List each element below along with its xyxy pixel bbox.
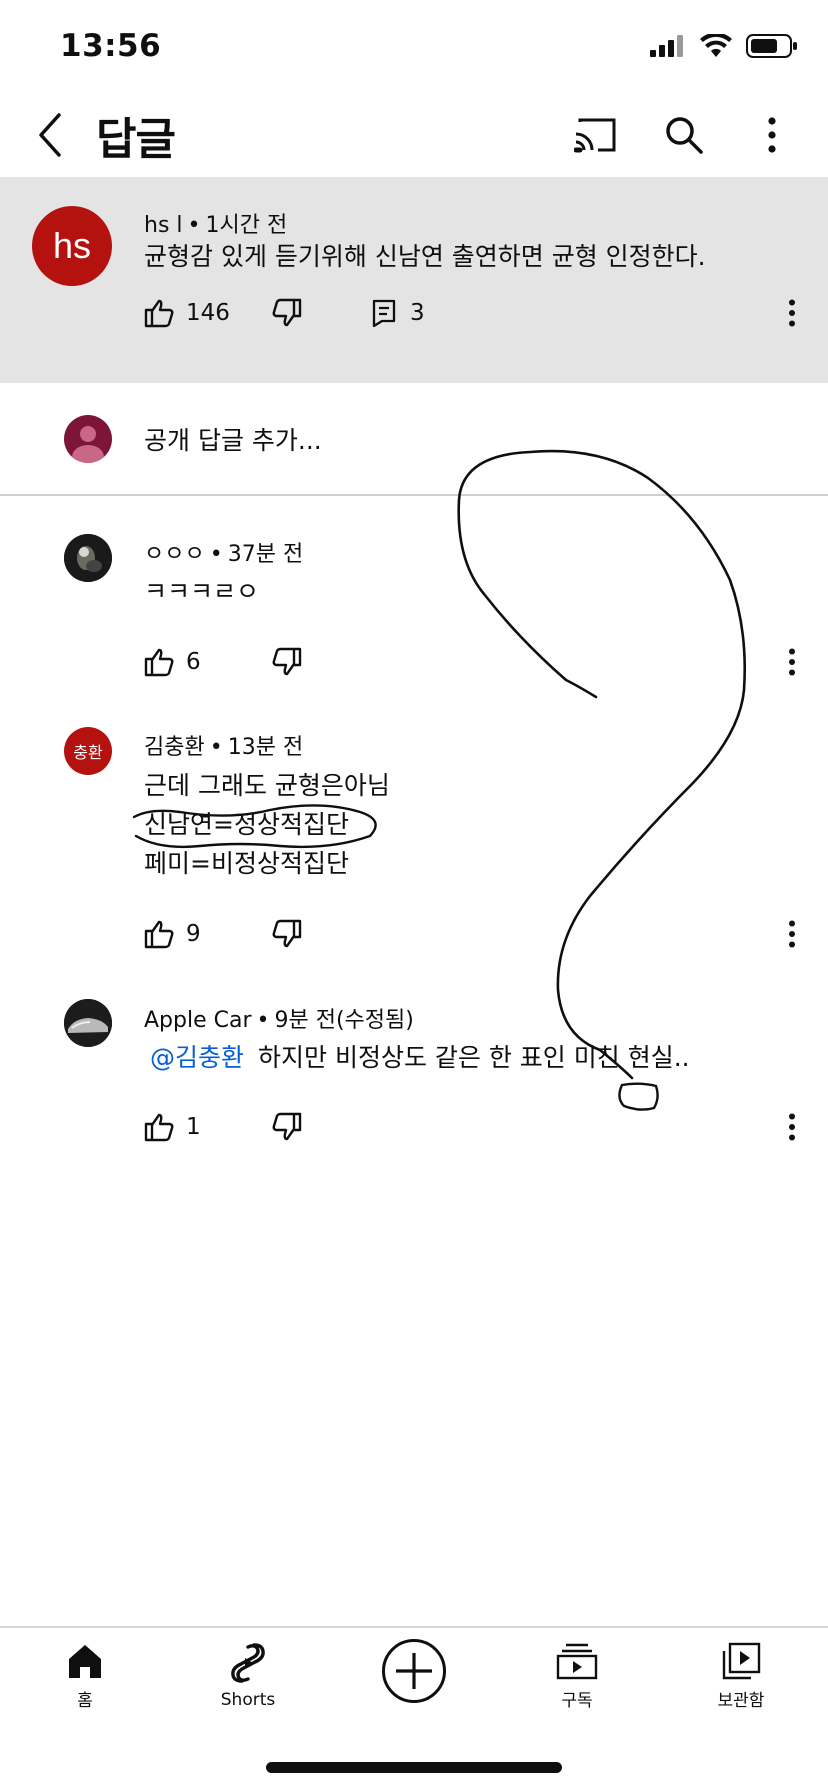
thumbs-up-icon xyxy=(144,299,174,328)
search-icon xyxy=(666,117,703,154)
reply-count: 3 xyxy=(410,300,425,326)
avatar[interactable] xyxy=(64,534,112,582)
status-time: 13:56 xyxy=(60,28,162,64)
comment-more-button[interactable] xyxy=(780,1109,804,1145)
comment-actions: 6 xyxy=(144,642,804,682)
thumbs-down-icon xyxy=(272,919,302,948)
comment-text: ㅋㅋㅋㄹㅇ xyxy=(144,577,260,606)
more-vertical-icon xyxy=(789,920,795,948)
avatar-initials: 충환 xyxy=(73,743,103,762)
cast-button[interactable] xyxy=(572,111,620,159)
user-avatar xyxy=(64,415,112,463)
comment-meta: Apple Car • 9분 전(수정됨) xyxy=(144,1008,414,1033)
comment-more-button[interactable] xyxy=(780,916,804,952)
comment-author[interactable]: hs l xyxy=(144,213,183,238)
thumbs-up-icon xyxy=(144,920,174,949)
reply-button[interactable]: 3 xyxy=(372,293,425,333)
back-arrow-icon xyxy=(39,113,61,157)
more-vertical-icon xyxy=(789,299,795,327)
avatar[interactable]: hs xyxy=(32,206,112,286)
more-vertical-icon xyxy=(789,1113,795,1141)
cast-icon xyxy=(574,118,616,153)
battery-icon xyxy=(746,34,797,58)
status-icons xyxy=(650,34,798,58)
comment-time: 13분 전 xyxy=(227,735,304,760)
dislike-button[interactable] xyxy=(272,642,302,682)
comment-time: 37분 전 xyxy=(227,542,304,567)
dislike-button[interactable] xyxy=(272,914,302,954)
comment-meta: ㅇㅇㅇ • 37분 전 xyxy=(144,542,304,567)
thumbs-up-icon xyxy=(144,648,174,677)
mention-link[interactable]: @김충환 xyxy=(150,1043,244,1072)
comment-time: 9분 전(수정됨) xyxy=(274,1008,414,1033)
dislike-button[interactable] xyxy=(272,293,302,333)
thumbs-up-icon xyxy=(144,1113,174,1142)
comment-actions: 9 xyxy=(144,914,804,954)
comment-icon xyxy=(372,299,396,327)
library-icon xyxy=(722,1642,761,1680)
comment-more-button[interactable] xyxy=(780,295,804,331)
comment-actions: 146 3 xyxy=(144,293,804,333)
comment-actions: 1 xyxy=(144,1107,804,1147)
comment-meta: 김충환 • 13분 전 xyxy=(144,735,304,760)
user-icon xyxy=(72,426,104,463)
avatar-initials: hs xyxy=(52,225,92,266)
nav-create-button[interactable] xyxy=(359,1638,469,1710)
nav-subscriptions-label: 구독 xyxy=(561,1691,593,1711)
parent-comment: hs hs l • 1시간 전 균형감 있게 듣기위해 신남연 출연하면 균형 인정… xyxy=(0,177,828,383)
nav-library[interactable]: 보관함 xyxy=(686,1642,796,1711)
like-button[interactable]: 1 xyxy=(144,1107,201,1147)
comment-author[interactable]: ㅇㅇㅇ xyxy=(144,542,205,567)
add-reply-field[interactable]: 공개 답글 추가... xyxy=(0,383,828,496)
comment-text-line: 근데 그래도 균형은아님 xyxy=(144,771,390,800)
more-vertical-icon xyxy=(768,117,776,153)
more-vertical-icon xyxy=(789,648,795,676)
like-count: 1 xyxy=(186,1114,201,1140)
comment-more-button[interactable] xyxy=(780,644,804,680)
like-count: 146 xyxy=(186,300,230,326)
like-count: 6 xyxy=(186,649,201,675)
nav-home[interactable]: 홈 xyxy=(30,1642,140,1711)
create-icon xyxy=(382,1639,446,1703)
nav-shorts[interactable]: Shorts xyxy=(193,1642,303,1710)
avatar[interactable]: 충환 xyxy=(64,727,112,775)
home-icon xyxy=(69,1645,101,1678)
comment-text: @김충환 하지만 비정상도 같은 한 표인 미친 현실.. xyxy=(150,1038,690,1078)
like-button[interactable]: 9 xyxy=(144,914,201,954)
thumbs-down-icon xyxy=(272,298,302,327)
page-title: 답글 xyxy=(96,114,176,165)
thumbs-down-icon xyxy=(272,647,302,676)
subscriptions-icon xyxy=(556,1643,598,1680)
search-button[interactable] xyxy=(660,111,708,159)
nav-shorts-label: Shorts xyxy=(220,1690,276,1710)
dislike-button[interactable] xyxy=(272,1107,302,1147)
nav-home-label: 홈 xyxy=(77,1691,93,1711)
comment-text-line: 신남연=정상적집단 xyxy=(144,810,349,839)
comment-author[interactable]: 김충환 xyxy=(144,735,205,760)
like-button[interactable]: 6 xyxy=(144,642,201,682)
comment-meta: hs l • 1시간 전 xyxy=(144,213,288,238)
nav-library-label: 보관함 xyxy=(717,1691,765,1711)
profile-photo-icon xyxy=(64,534,112,582)
like-count: 9 xyxy=(186,921,201,947)
comment-time: 1시간 전 xyxy=(205,213,288,238)
avatar[interactable] xyxy=(64,999,112,1047)
car-photo-icon xyxy=(64,999,112,1047)
comment-text-line: 페미=비정상적집단 xyxy=(144,849,349,878)
status-bar: 13:56 xyxy=(0,0,828,95)
home-indicator xyxy=(266,1762,562,1773)
back-button[interactable] xyxy=(30,109,70,161)
more-options-button[interactable] xyxy=(748,111,796,159)
comment-text: 균형감 있게 듣기위해 신남연 출연하면 균형 인정한다. xyxy=(144,242,706,271)
cellular-signal-icon xyxy=(650,35,683,57)
add-reply-placeholder: 공개 답글 추가... xyxy=(144,426,322,455)
app-header: 답글 xyxy=(0,95,828,177)
thumbs-down-icon xyxy=(272,1112,302,1141)
comment-body: 하지만 비정상도 같은 한 표인 미친 현실.. xyxy=(258,1043,690,1072)
wifi-icon xyxy=(700,34,732,57)
nav-subscriptions[interactable]: 구독 xyxy=(522,1642,632,1711)
like-button[interactable]: 146 xyxy=(144,293,230,333)
comment-author[interactable]: Apple Car xyxy=(144,1008,252,1033)
shorts-icon xyxy=(231,1643,265,1683)
